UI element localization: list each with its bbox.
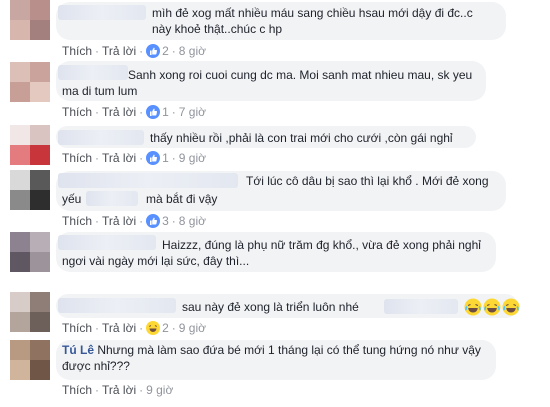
timestamp[interactable]: 9 giờ xyxy=(179,321,206,335)
reply-link[interactable]: Trả lời xyxy=(102,105,136,119)
comment-actions: Thích · Trả lời · 1 · 9 giờ xyxy=(62,151,207,165)
comment-text-line-1: mìh đẻ xog mất nhiều máu sang chiều hsau… xyxy=(152,6,473,20)
timestamp[interactable]: 8 giờ xyxy=(179,44,206,58)
comment-text-line-2: ma di tum lum xyxy=(62,84,138,98)
comment-4: Tới lúc cô dâu bị sao thì lại khổ . Mới … xyxy=(0,168,550,230)
laughing-emoji-icon xyxy=(502,298,520,316)
comment-text-line-2: yếu xyxy=(62,192,82,206)
reply-link[interactable]: Trả lời xyxy=(102,214,136,228)
comment-2: Sanh xong roi cuoi cung dc ma. Moi sanh … xyxy=(0,58,550,120)
timestamp[interactable]: 9 giờ xyxy=(146,383,173,397)
author-name-redacted[interactable] xyxy=(58,173,238,188)
laughing-emoji-icon xyxy=(483,298,501,316)
like-icon[interactable] xyxy=(146,151,161,165)
reaction-count[interactable]: 1 xyxy=(162,151,169,165)
comment-text-line-1: Tới lúc cô dâu bị sao thì lại khổ . Mới … xyxy=(246,174,489,188)
like-link[interactable]: Thích xyxy=(62,214,92,228)
like-icon[interactable] xyxy=(146,44,161,58)
comment-text-line-3: mà bắt đi vậy xyxy=(146,192,218,206)
comment-text-line-1: Haizzz, đúng là phụ nữ trăm đg khổ., vừa… xyxy=(162,238,481,252)
like-link[interactable]: Thích xyxy=(62,321,92,335)
comment-7: Tú Lê Nhưng mà làm sao đứa bé mới 1 thán… xyxy=(0,336,550,407)
reaction-count[interactable]: 1 xyxy=(162,105,169,119)
avatar[interactable] xyxy=(10,232,50,272)
reply-link[interactable]: Trả lời xyxy=(102,151,136,165)
haha-icon[interactable] xyxy=(146,321,161,335)
comment-text-line-1: Sanh xong roi cuoi cung dc ma. Moi sanh … xyxy=(128,68,473,82)
redacted-word xyxy=(86,191,138,206)
comment-actions: Thích · Trả lời · 9 giờ xyxy=(62,383,174,397)
author-name[interactable]: Tú Lê xyxy=(62,343,94,357)
comment-text-line-1: thấy nhiều rồi ,phải là con trai mới cho… xyxy=(150,131,453,145)
avatar[interactable] xyxy=(10,292,50,332)
like-icon[interactable] xyxy=(146,214,161,228)
author-name-redacted[interactable] xyxy=(58,5,146,20)
comment-text-line-1: Tú Lê Nhưng mà làm sao đứa bé mới 1 thán… xyxy=(62,343,481,357)
comment-actions: Thích · Trả lời · 3 · 8 giờ xyxy=(62,214,207,228)
comment-text-line-1: sau này đẻ xong là triển luôn nhé xyxy=(182,300,359,314)
like-link[interactable]: Thích xyxy=(62,105,92,119)
timestamp[interactable]: 9 giờ xyxy=(179,151,206,165)
redacted-mention xyxy=(384,299,458,314)
like-link[interactable]: Thích xyxy=(62,151,92,165)
avatar[interactable] xyxy=(10,0,50,40)
comment-text-line-2: này khoẻ thật..chúc c hp xyxy=(152,22,283,36)
reply-link[interactable]: Trả lời xyxy=(102,383,136,397)
avatar[interactable] xyxy=(10,340,50,380)
author-name-redacted[interactable] xyxy=(58,235,156,250)
comment-1: mìh đẻ xog mất nhiều máu sang chiều hsau… xyxy=(0,0,550,58)
reply-link[interactable]: Trả lời xyxy=(102,321,136,335)
reply-link[interactable]: Trả lời xyxy=(102,44,136,58)
timestamp[interactable]: 8 giờ xyxy=(179,214,206,228)
avatar[interactable] xyxy=(10,125,50,165)
reaction-count[interactable]: 3 xyxy=(162,214,169,228)
author-name-redacted[interactable] xyxy=(58,298,176,313)
comment-6: sau này đẻ xong là triển luôn nhé Thích ·… xyxy=(0,286,550,336)
reaction-count[interactable]: 2 xyxy=(162,44,169,58)
avatar[interactable] xyxy=(10,170,50,210)
author-name-redacted[interactable] xyxy=(58,130,144,145)
like-link[interactable]: Thích xyxy=(62,383,92,397)
author-name-redacted[interactable] xyxy=(58,65,128,80)
reaction-count[interactable]: 2 xyxy=(162,321,169,335)
comment-actions: Thích · Trả lời · 2 · 9 giờ xyxy=(62,321,207,335)
avatar[interactable] xyxy=(10,62,50,102)
laughing-emoji-icon xyxy=(464,298,482,316)
comment-text-line-2: được nhỉ??? xyxy=(62,359,130,373)
comment-actions: Thích · Trả lời · 2 · 8 giờ xyxy=(62,44,207,58)
comment-3: thấy nhiều rồi ,phải là con trai mới cho… xyxy=(0,120,550,168)
comment-actions: Thích · Trả lời · 1 · 7 giờ xyxy=(62,105,207,119)
like-link[interactable]: Thích xyxy=(62,44,92,58)
like-icon[interactable] xyxy=(146,105,161,119)
timestamp[interactable]: 7 giờ xyxy=(179,105,206,119)
comment-5: Haizzz, đúng là phụ nữ trăm đg khổ., vừa… xyxy=(0,230,550,286)
comment-text-line-2: ngơi vài ngày mới lại sức, đây thì... xyxy=(62,254,250,268)
